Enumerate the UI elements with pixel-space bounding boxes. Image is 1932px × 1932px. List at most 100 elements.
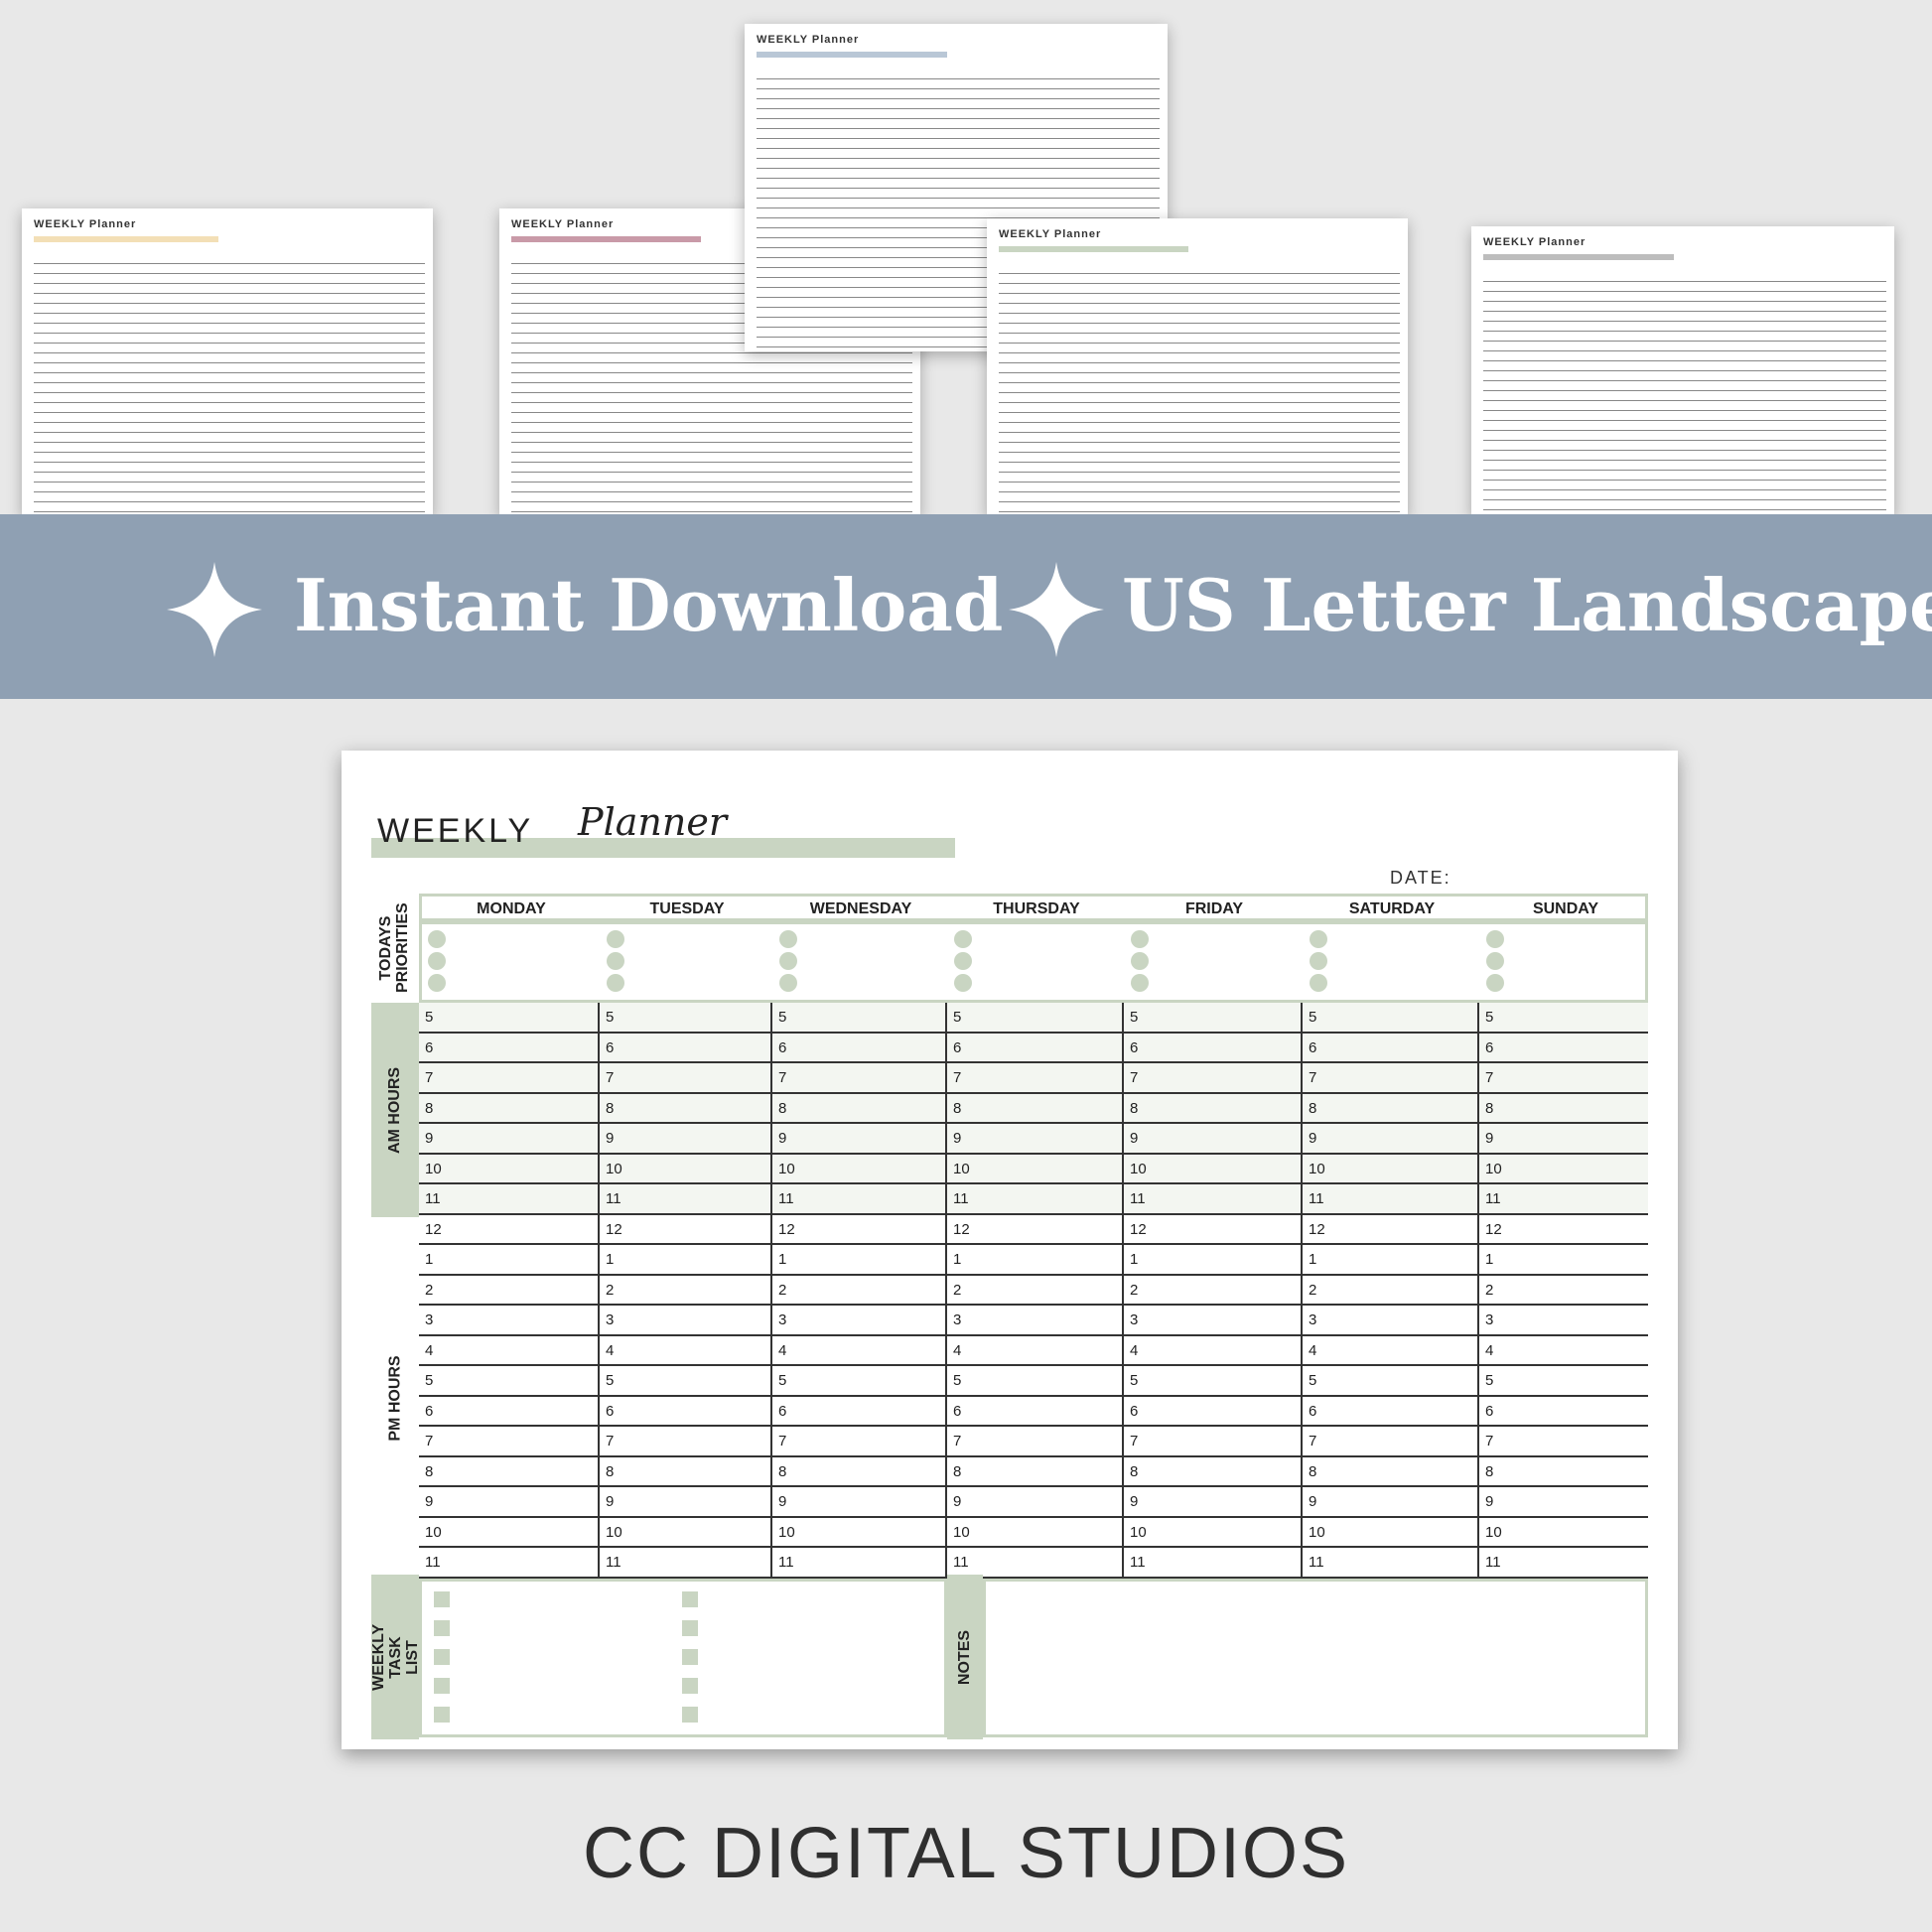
hour-cell[interactable]: 5 — [1301, 1003, 1477, 1032]
hour-cell[interactable]: 11 — [770, 1184, 945, 1213]
hour-cell[interactable]: 8 — [1477, 1456, 1648, 1485]
hour-cell[interactable]: 3 — [1477, 1306, 1648, 1334]
hour-cell[interactable]: 11 — [945, 1184, 1122, 1213]
hour-cell[interactable]: 2 — [945, 1275, 1122, 1304]
hour-cell[interactable]: 2 — [770, 1275, 945, 1304]
hour-cell[interactable]: 11 — [945, 1548, 1122, 1577]
hour-cell[interactable]: 11 — [1477, 1548, 1648, 1577]
hour-cell[interactable]: 11 — [1301, 1548, 1477, 1577]
hour-cell[interactable]: 11 — [598, 1184, 770, 1213]
task-checkbox[interactable] — [434, 1620, 450, 1636]
hour-cell[interactable]: 5 — [945, 1366, 1122, 1395]
hour-cell[interactable]: 2 — [598, 1275, 770, 1304]
hour-cell[interactable]: 8 — [945, 1093, 1122, 1122]
hour-cell[interactable]: 12 — [419, 1215, 598, 1244]
hour-cell[interactable]: 1 — [598, 1245, 770, 1274]
hour-cell[interactable]: 8 — [598, 1093, 770, 1122]
hour-cell[interactable]: 10 — [945, 1154, 1122, 1182]
hour-cell[interactable]: 6 — [598, 1033, 770, 1061]
task-checkbox[interactable] — [682, 1620, 698, 1636]
hour-cell[interactable]: 8 — [1122, 1456, 1301, 1485]
hour-cell[interactable]: 9 — [1301, 1124, 1477, 1153]
hour-cell[interactable]: 9 — [770, 1487, 945, 1516]
hour-cell[interactable]: 12 — [598, 1214, 770, 1243]
hour-cell[interactable]: 6 — [945, 1033, 1122, 1061]
hour-cell[interactable]: 12 — [1477, 1214, 1648, 1243]
hour-cell[interactable]: 8 — [419, 1457, 598, 1486]
hour-cell[interactable]: 5 — [1122, 1003, 1301, 1032]
hour-cell[interactable]: 7 — [770, 1427, 945, 1455]
hour-cell[interactable]: 4 — [598, 1335, 770, 1364]
hour-cell[interactable]: 10 — [419, 1518, 598, 1547]
hour-cell[interactable]: 6 — [1122, 1033, 1301, 1061]
hour-cell[interactable]: 5 — [1477, 1366, 1648, 1395]
hour-cell[interactable]: 8 — [1301, 1093, 1477, 1122]
hour-cell[interactable]: 8 — [1122, 1093, 1301, 1122]
hour-cell[interactable]: 11 — [770, 1548, 945, 1577]
hour-cell[interactable]: 10 — [770, 1517, 945, 1546]
hour-cell[interactable]: 1 — [1477, 1245, 1648, 1274]
hour-cell[interactable]: 3 — [419, 1306, 598, 1334]
hour-cell[interactable]: 11 — [1122, 1548, 1301, 1577]
hour-cell[interactable]: 10 — [598, 1154, 770, 1182]
hour-cell[interactable]: 10 — [770, 1154, 945, 1182]
hour-cell[interactable]: 7 — [945, 1063, 1122, 1092]
hour-cell[interactable]: 9 — [598, 1487, 770, 1516]
hour-cell[interactable]: 8 — [1301, 1456, 1477, 1485]
hour-cell[interactable]: 6 — [598, 1396, 770, 1425]
hour-cell[interactable]: 7 — [945, 1427, 1122, 1455]
hour-cell[interactable]: 11 — [598, 1548, 770, 1577]
hour-cell[interactable]: 3 — [1301, 1306, 1477, 1334]
task-checkbox[interactable] — [434, 1591, 450, 1607]
hour-cell[interactable]: 6 — [1477, 1396, 1648, 1425]
hour-cell[interactable]: 5 — [1477, 1003, 1648, 1032]
hour-cell[interactable]: 10 — [419, 1155, 598, 1183]
hour-cell[interactable]: 1 — [1122, 1245, 1301, 1274]
hour-cell[interactable]: 2 — [1477, 1275, 1648, 1304]
hour-cell[interactable]: 8 — [419, 1094, 598, 1123]
hour-cell[interactable]: 11 — [419, 1184, 598, 1213]
hour-cell[interactable]: 12 — [945, 1214, 1122, 1243]
hour-cell[interactable]: 8 — [598, 1456, 770, 1485]
hour-cell[interactable]: 6 — [1122, 1396, 1301, 1425]
task-checkbox[interactable] — [682, 1649, 698, 1665]
hour-cell[interactable]: 3 — [1122, 1306, 1301, 1334]
hour-cell[interactable]: 3 — [598, 1306, 770, 1334]
hour-cell[interactable]: 6 — [770, 1033, 945, 1061]
task-checkbox[interactable] — [434, 1649, 450, 1665]
hour-cell[interactable]: 11 — [419, 1548, 598, 1577]
hour-cell[interactable]: 2 — [1122, 1275, 1301, 1304]
hour-cell[interactable]: 3 — [945, 1306, 1122, 1334]
hour-cell[interactable]: 5 — [1301, 1366, 1477, 1395]
hour-cell[interactable]: 4 — [770, 1335, 945, 1364]
hour-cell[interactable]: 6 — [1301, 1033, 1477, 1061]
hour-cell[interactable]: 9 — [770, 1124, 945, 1153]
hour-cell[interactable]: 5 — [770, 1366, 945, 1395]
hour-cell[interactable]: 2 — [1301, 1275, 1477, 1304]
hour-cell[interactable]: 8 — [1477, 1093, 1648, 1122]
hour-cell[interactable]: 8 — [770, 1456, 945, 1485]
hour-cell[interactable]: 7 — [598, 1063, 770, 1092]
hour-cell[interactable]: 9 — [945, 1487, 1122, 1516]
hour-cell[interactable]: 6 — [945, 1396, 1122, 1425]
hour-cell[interactable]: 10 — [945, 1517, 1122, 1546]
hour-cell[interactable]: 11 — [1301, 1184, 1477, 1213]
hour-cell[interactable]: 5 — [945, 1003, 1122, 1032]
hour-cell[interactable]: 7 — [419, 1427, 598, 1455]
hour-cell[interactable]: 9 — [598, 1124, 770, 1153]
hour-cell[interactable]: 10 — [1477, 1517, 1648, 1546]
hour-cell[interactable]: 10 — [1301, 1517, 1477, 1546]
task-checkbox[interactable] — [682, 1707, 698, 1723]
task-checkbox[interactable] — [434, 1678, 450, 1694]
hour-cell[interactable]: 10 — [1301, 1154, 1477, 1182]
hour-cell[interactable]: 9 — [1122, 1487, 1301, 1516]
hour-cell[interactable]: 1 — [945, 1245, 1122, 1274]
hour-cell[interactable]: 1 — [1301, 1245, 1477, 1274]
hour-cell[interactable]: 7 — [770, 1063, 945, 1092]
hour-cell[interactable]: 9 — [419, 1124, 598, 1153]
hour-cell[interactable]: 11 — [1477, 1184, 1648, 1213]
hour-cell[interactable]: 1 — [770, 1245, 945, 1274]
hour-cell[interactable]: 7 — [419, 1063, 598, 1092]
hour-cell[interactable]: 5 — [598, 1366, 770, 1395]
hour-cell[interactable]: 6 — [419, 1397, 598, 1426]
